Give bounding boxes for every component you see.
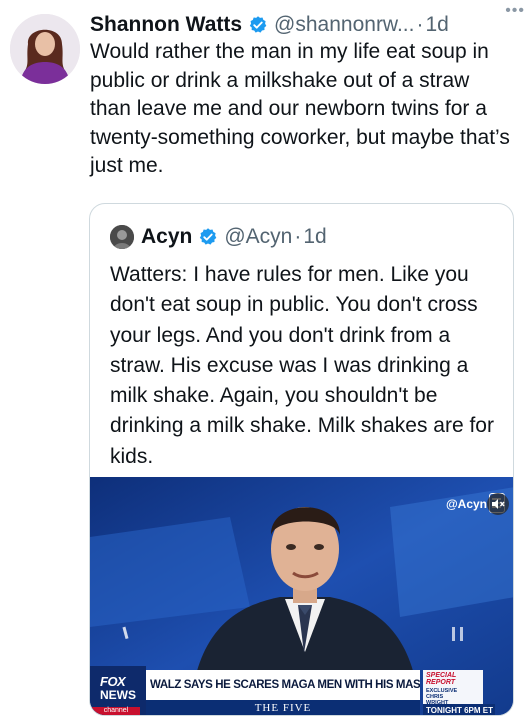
verified-badge-icon bbox=[249, 16, 267, 33]
mute-speaker-icon[interactable] bbox=[487, 493, 509, 515]
chyron-headline: WALZ SAYS HE SCARES MAGA MEN WITH HIS MA… bbox=[146, 670, 420, 700]
special-report-badge: SPECIAL REPORT EXCLUSIVE CHRIS WRIGHT bbox=[423, 670, 483, 706]
quote-author-avatar[interactable] bbox=[110, 225, 134, 249]
news-chyron: FOX NEWS channel WALZ SAYS HE SCARES MAG… bbox=[90, 666, 513, 715]
separator-dot: · bbox=[416, 13, 424, 36]
tweet-text: Would rather the man in my life eat soup… bbox=[90, 40, 510, 177]
author-avatar[interactable] bbox=[10, 14, 80, 84]
show-name: THE FIVE bbox=[146, 700, 420, 715]
author-handle[interactable]: @shannonrw... bbox=[274, 13, 414, 37]
tweet[interactable]: Shannon Watts @shannonrw... · 1d ••• Wou… bbox=[0, 0, 525, 720]
tonight-banner: TONIGHT 6PM ET bbox=[423, 704, 495, 715]
quote-time[interactable]: 1d bbox=[303, 225, 326, 249]
quoted-tweet[interactable]: Acyn @Acyn · 1d Watters: I have rules fo… bbox=[89, 203, 514, 716]
video-watermark: @Acyn bbox=[445, 497, 487, 511]
fox-news-logo: FOX NEWS channel bbox=[90, 666, 146, 715]
tweet-time[interactable]: 1d bbox=[425, 13, 448, 37]
author-name[interactable]: Shannon Watts bbox=[90, 13, 242, 37]
separator-dot: · bbox=[294, 225, 302, 248]
quote-author-name[interactable]: Acyn bbox=[141, 225, 192, 249]
quote-text: Watters: I have rules for men. Like you … bbox=[110, 263, 494, 468]
verified-badge-icon bbox=[200, 228, 217, 245]
quote-author-handle[interactable]: @Acyn bbox=[224, 225, 292, 249]
tweet-header: Shannon Watts @shannonrw... · 1d bbox=[90, 10, 515, 40]
more-dots-icon[interactable]: ••• bbox=[505, 2, 525, 20]
video-thumbnail[interactable]: @Acyn FOX NEWS channel WALZ SAYS HE SCAR… bbox=[90, 477, 513, 715]
quote-header: Acyn @Acyn · 1d bbox=[110, 222, 327, 252]
